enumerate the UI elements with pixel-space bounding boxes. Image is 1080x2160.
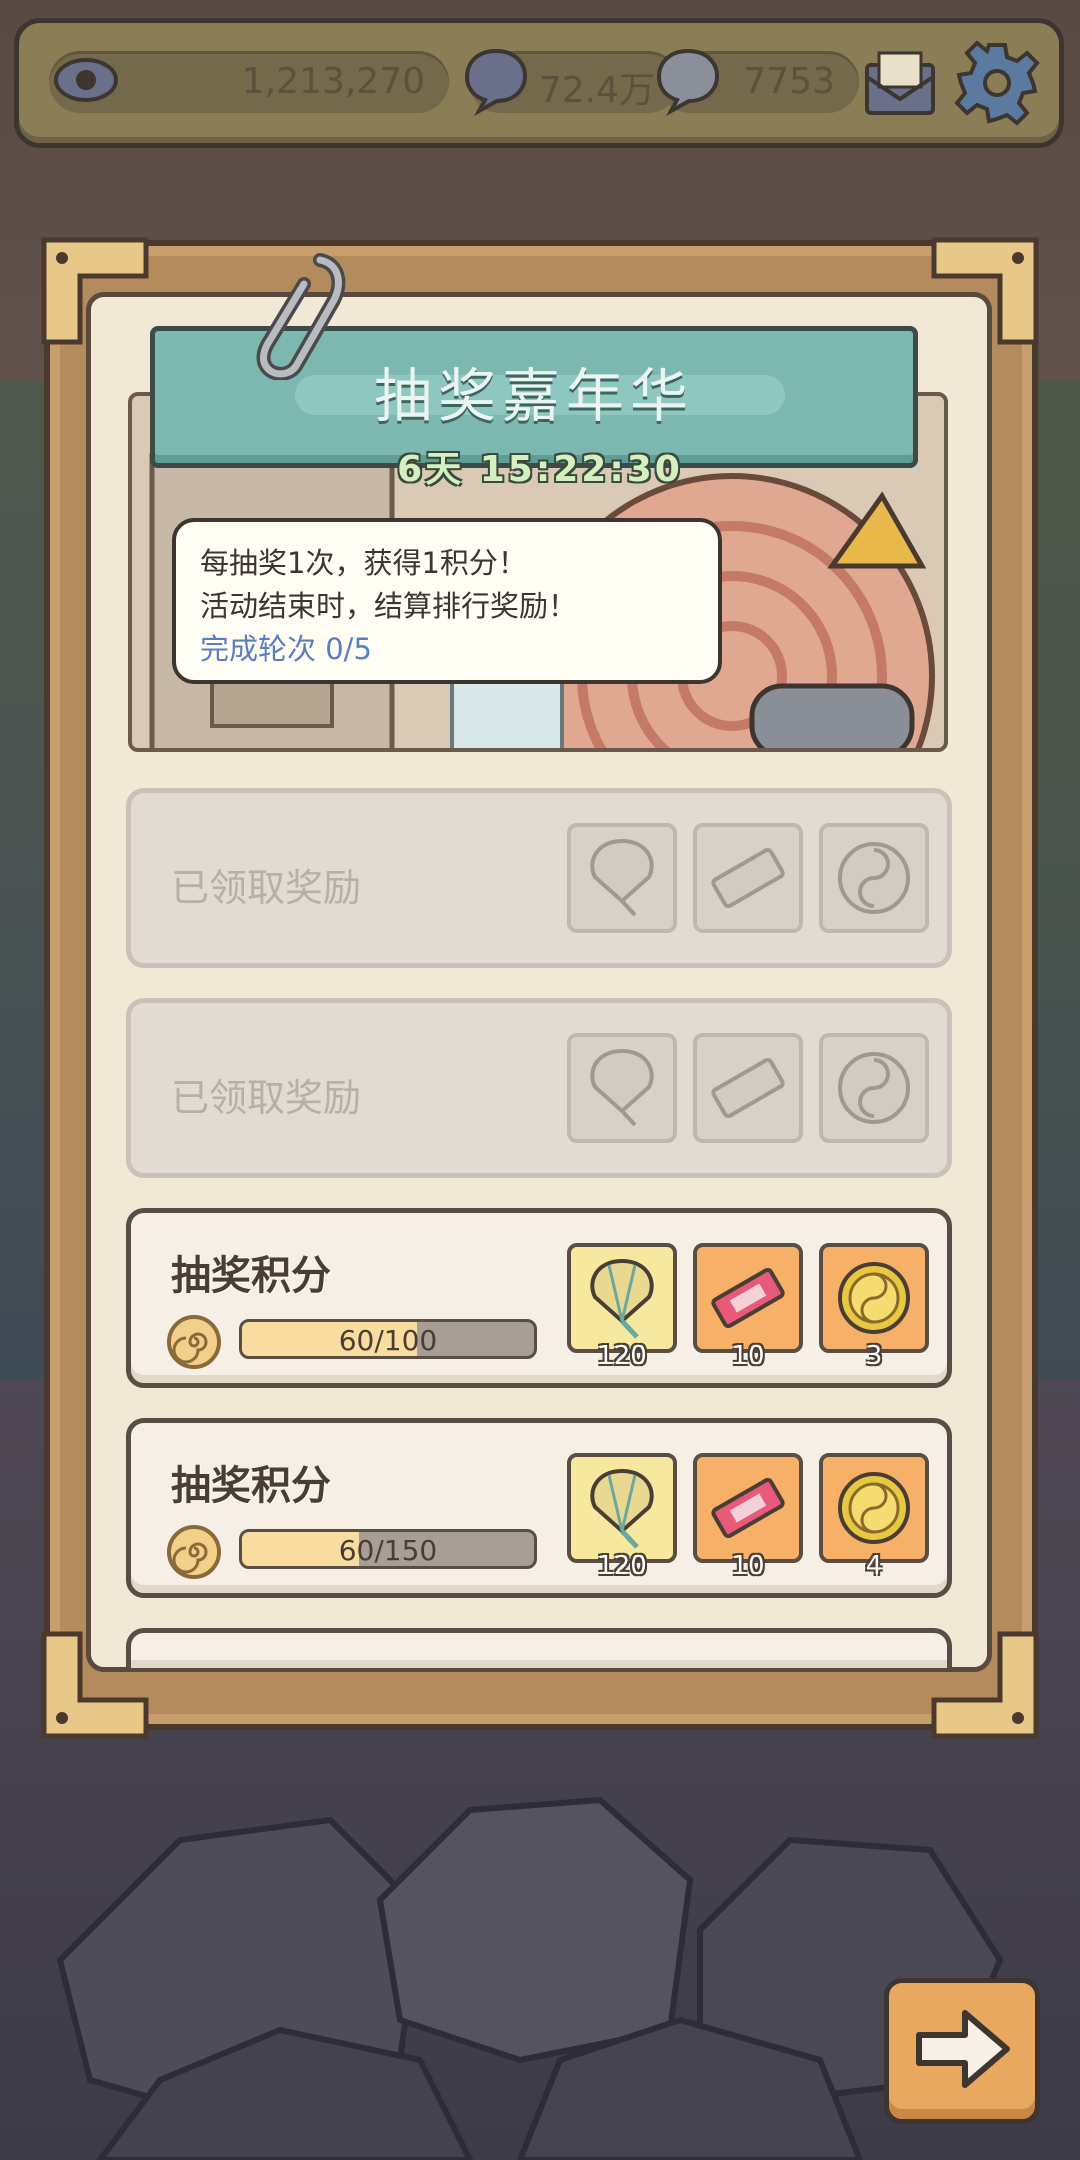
info-line-1: 每抽奖1次，获得1积分！ — [200, 546, 527, 580]
ticket-icon — [711, 1267, 785, 1329]
reward-row-partial — [126, 1628, 952, 1668]
reward-row-claimed: 已领取奖励 — [126, 788, 952, 968]
claimed-label: 已领取奖励 — [171, 1076, 362, 1120]
yin-yang-coin-icon — [838, 842, 910, 914]
reward-qty: 10 — [731, 1551, 765, 1581]
ticket-icon — [711, 847, 785, 909]
spiral-coin-icon — [167, 1525, 221, 1579]
hot-air-balloon-icon — [590, 1468, 654, 1549]
reward-row-claimed: 已领取奖励 — [126, 998, 952, 1178]
reward-qty: 120 — [597, 1341, 647, 1371]
reward-slot[interactable]: 3 — [819, 1243, 929, 1371]
claimed-label: 已领取奖励 — [171, 866, 362, 910]
reward-slot[interactable]: 120 — [567, 1243, 677, 1371]
rounds-label: 完成轮次 — [200, 632, 317, 666]
reward-qty: 120 — [597, 1551, 647, 1581]
points-progress-bar: 60/100 — [239, 1319, 537, 1359]
chat-bubble-icon — [656, 48, 720, 117]
reward-slot[interactable]: 10 — [693, 1243, 803, 1371]
reward-slot[interactable] — [693, 823, 803, 933]
info-line-2: 活动结束时，结算排行奖励！ — [200, 589, 578, 623]
reward-slot[interactable] — [819, 1033, 929, 1143]
reward-slot[interactable] — [567, 1033, 677, 1143]
rounds-progress: 完成轮次 0/5 — [200, 628, 694, 671]
reward-slot[interactable]: 4 — [819, 1453, 929, 1581]
reward-slot[interactable] — [819, 823, 929, 933]
points-progress-bar: 60/150 — [239, 1529, 537, 1569]
gear-icon[interactable] — [953, 39, 1041, 127]
reward-row-points: 抽奖积分 60/150 120 10 4 — [126, 1418, 952, 1598]
views-value: 1,213,270 — [241, 61, 425, 102]
progress-text: 60/100 — [338, 1324, 438, 1357]
top-resource-bar: 1,213,270 72.4万 7753 — [14, 18, 1064, 148]
corner-bracket-icon — [931, 237, 1039, 345]
comments-value: 72.4万 — [538, 70, 655, 111]
mail-icon[interactable] — [861, 47, 939, 121]
event-info-bubble: 每抽奖1次，获得1积分！ 活动结束时，结算排行奖励！ 完成轮次 0/5 — [172, 518, 722, 684]
spiral-coin-icon — [167, 1315, 221, 1369]
hot-air-balloon-icon — [590, 1258, 654, 1339]
ticket-icon — [711, 1057, 785, 1119]
paperclip-icon — [256, 253, 346, 380]
reward-slot[interactable]: 120 — [567, 1453, 677, 1581]
reward-qty: 3 — [865, 1341, 883, 1371]
reward-slot[interactable] — [567, 823, 677, 933]
arrow-right-icon — [916, 2010, 1010, 2088]
reward-row-points: 抽奖积分 60/100 120 10 3 — [126, 1208, 952, 1388]
corner-bracket-icon — [41, 237, 149, 345]
reward-slot[interactable] — [693, 1033, 803, 1143]
reward-qty: 10 — [731, 1341, 765, 1371]
yin-yang-coin-icon — [838, 1262, 910, 1334]
ticket-icon — [711, 1477, 785, 1539]
speech-bubble-icon — [464, 48, 528, 117]
yin-yang-coin-icon — [838, 1472, 910, 1544]
event-countdown: 6天 15:22:30 — [397, 449, 683, 490]
eye-icon — [54, 58, 118, 102]
next-arrow-button[interactable] — [884, 1978, 1040, 2124]
yin-yang-coin-icon — [838, 1052, 910, 1124]
hot-air-balloon-icon — [590, 838, 654, 917]
reward-qty: 4 — [865, 1551, 883, 1581]
rounds-value: 0/5 — [325, 632, 372, 666]
hot-air-balloon-icon — [590, 1048, 654, 1127]
points-title: 抽奖积分 — [171, 1463, 331, 1509]
reward-slot[interactable]: 10 — [693, 1453, 803, 1581]
messages-value: 7753 — [743, 61, 835, 102]
progress-text: 60/150 — [338, 1534, 438, 1567]
points-title: 抽奖积分 — [171, 1253, 331, 1299]
